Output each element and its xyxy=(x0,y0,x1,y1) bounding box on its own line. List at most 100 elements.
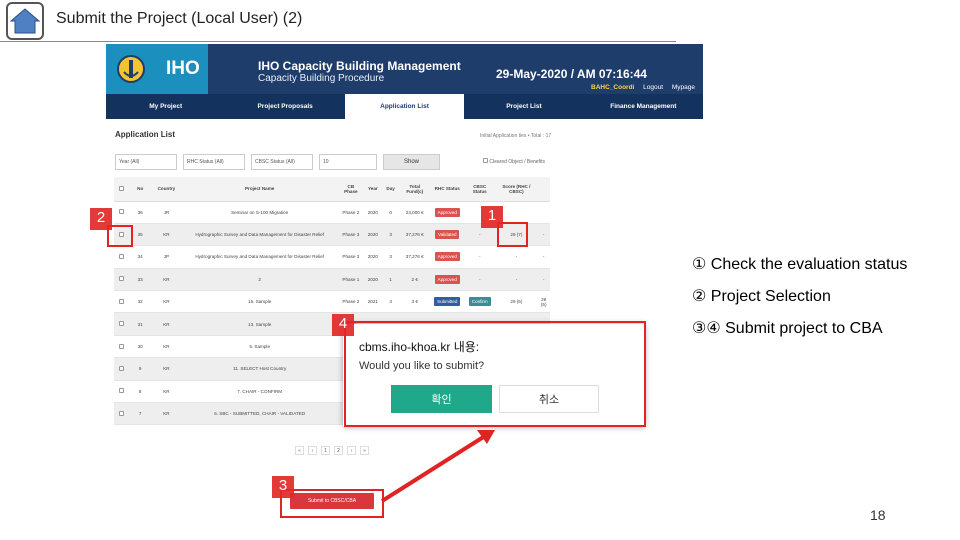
logout-link[interactable]: Logout xyxy=(643,84,663,91)
col-rhc-status: RHC Status xyxy=(430,177,464,202)
col-year: Year xyxy=(363,177,383,202)
iho-app-title: IHO Capacity Building Management xyxy=(258,59,461,73)
badge-2: 2 xyxy=(90,208,112,230)
cell-rhc: Submitted xyxy=(430,290,464,314)
cell-year: 2021 xyxy=(363,290,383,314)
cell-day: 3 xyxy=(382,290,400,314)
iho-abbr: IHO xyxy=(166,58,200,79)
iho-datetime: 29-May-2020 / AM 07:16:44 xyxy=(496,67,647,81)
iho-header: IHO IHO Capacity Building Management Cap… xyxy=(106,44,703,119)
cell-extra xyxy=(537,201,550,224)
cell-country: KR xyxy=(151,402,182,426)
rhc-status-filter[interactable]: RHC Status (All) xyxy=(183,154,245,170)
cell-project-name[interactable]: Seminar on S-100 Migration xyxy=(181,201,339,224)
row-checkbox[interactable] xyxy=(118,298,124,304)
cbsc-status-filter[interactable]: CBSC Status (All) xyxy=(251,154,313,170)
cell-project-name[interactable]: Hydrographic Survey and Data Management … xyxy=(181,223,339,247)
nav-project-proposals[interactable]: Project Proposals xyxy=(225,94,344,119)
cleared-object-label: Cleared Object / Benefits xyxy=(489,159,545,165)
select-all-checkbox[interactable] xyxy=(118,185,124,191)
cell-cbsc: - xyxy=(464,268,496,292)
cell-country: KR xyxy=(151,268,182,292)
row-checkbox[interactable] xyxy=(118,253,124,259)
nav-finance-management[interactable]: Finance Management xyxy=(584,94,703,119)
cell-project-name[interactable]: 5. Sample xyxy=(181,335,339,359)
cell-phase: Phase 1 xyxy=(338,268,364,292)
cell-project-name[interactable]: 13. Sample xyxy=(181,312,339,336)
cell-project-name[interactable]: 16. Sample xyxy=(181,290,339,314)
col-day: Day xyxy=(382,177,400,202)
row-checkbox[interactable] xyxy=(118,321,124,327)
iho-logo[interactable]: IHO xyxy=(106,44,208,94)
cell-country: JP xyxy=(151,245,182,269)
cell-fund: 37,276 € xyxy=(399,223,431,247)
cell-country: KR xyxy=(151,223,182,247)
cell-project-name[interactable]: 6. SBC - SUBMITTED, CHAIR - VALIDATED xyxy=(181,402,339,426)
cell-day: 3 xyxy=(382,245,400,269)
page-size-filter[interactable]: 10 xyxy=(319,154,377,170)
nav-project-list[interactable]: Project List xyxy=(464,94,583,119)
page-next[interactable]: › xyxy=(347,446,356,455)
cell-country: KR xyxy=(151,312,182,336)
table-row[interactable]: 34 JP Hydrographic Survey and Data Manag… xyxy=(114,245,550,269)
arrow-head-icon xyxy=(477,430,495,444)
col-extra xyxy=(537,177,550,202)
cell-fund: 23,000 € xyxy=(399,201,431,224)
nav-my-project[interactable]: My Project xyxy=(106,94,225,119)
cell-phase: Phase 2 xyxy=(338,290,364,314)
status-badge: Approved xyxy=(434,252,460,262)
iho-user-links: BAHC_Coordi Logout Mypage xyxy=(584,84,695,91)
cell-no: 8 xyxy=(128,380,152,404)
cell-project-name[interactable]: Hydrographic Survey and Data Management … xyxy=(181,245,339,269)
row-checkbox[interactable] xyxy=(118,343,124,349)
cell-cbsc: - xyxy=(464,245,496,269)
cell-fund: 3 € xyxy=(399,290,431,314)
table-row[interactable]: 32 KR 16. Sample Phase 2 2021 3 3 € Subm… xyxy=(114,290,550,314)
page-2[interactable]: 2 xyxy=(334,446,343,455)
home-button[interactable] xyxy=(6,2,44,40)
checkbox-icon xyxy=(483,158,488,163)
cell-rhc: Approved xyxy=(430,201,464,224)
row-checkbox[interactable] xyxy=(118,410,124,416)
cell-cbsc: Confirm xyxy=(464,290,496,314)
cell-project-name[interactable]: 2 xyxy=(181,268,339,292)
row-checkbox[interactable] xyxy=(118,388,124,394)
cell-fund: 2 € xyxy=(399,268,431,292)
cell-no: 32 xyxy=(128,290,152,314)
page-prev[interactable]: ‹ xyxy=(308,446,317,455)
nav-application-list[interactable]: Application List xyxy=(344,94,465,119)
cell-score: - xyxy=(495,268,538,292)
page-last[interactable]: » xyxy=(360,446,369,455)
cell-day: 0 xyxy=(382,201,400,224)
show-button[interactable]: Show xyxy=(383,154,440,170)
iho-emblem-icon xyxy=(117,55,145,83)
title-divider xyxy=(0,41,676,42)
cell-year: 2020 xyxy=(363,245,383,269)
legend-step-2: ② Project Selection xyxy=(692,288,831,305)
table-row[interactable]: 33 KR 2 Phase 1 2020 1 2 € Approved - - … xyxy=(114,268,550,292)
cell-project-name[interactable]: 7. CHAIR - CONFIRM xyxy=(181,380,339,404)
page-first[interactable]: « xyxy=(295,446,304,455)
legend-step-3-4: ③④ Submit project to CBA xyxy=(692,320,883,337)
cell-rhc: Approved xyxy=(430,245,464,269)
row-checkbox[interactable] xyxy=(118,276,124,282)
iho-nav: My Project Project Proposals Application… xyxy=(106,94,703,119)
col-no: No xyxy=(128,177,152,202)
cell-fund: 37,276 € xyxy=(399,245,431,269)
table-header-row: No Country Project Name CB Phase Year Da… xyxy=(114,177,550,202)
page-1[interactable]: 1 xyxy=(321,446,330,455)
status-badge: Submitted xyxy=(434,297,461,307)
cell-rhc: Validated xyxy=(430,223,464,247)
mypage-link[interactable]: Mypage xyxy=(672,84,695,91)
cleared-object-checkbox[interactable]: Cleared Object / Benefits xyxy=(483,158,545,165)
cell-year: 2020 xyxy=(363,223,383,247)
cell-no: 7 xyxy=(128,402,152,426)
cell-project-name[interactable]: 11. SELECT Host Country xyxy=(181,357,339,381)
row-checkbox[interactable] xyxy=(118,209,124,215)
col-project-name: Project Name xyxy=(181,177,339,202)
cell-year: 2020 xyxy=(363,201,383,224)
year-filter[interactable]: Year (All) xyxy=(115,154,177,170)
iho-user[interactable]: BAHC_Coordi xyxy=(591,84,634,91)
status-badge: Validated xyxy=(435,230,460,240)
row-checkbox[interactable] xyxy=(118,365,124,371)
